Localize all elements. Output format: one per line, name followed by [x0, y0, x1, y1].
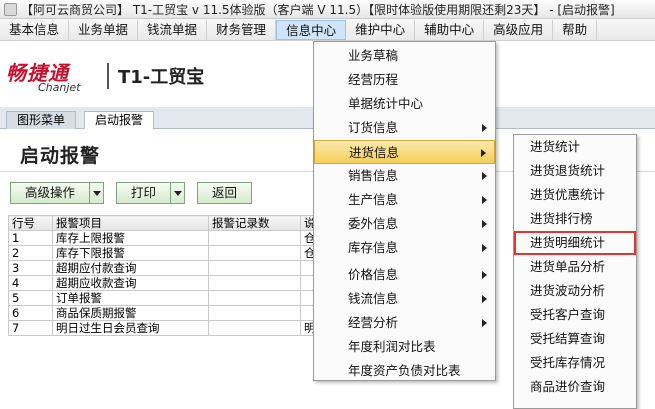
- cell-record-count: [208, 290, 301, 306]
- toolbar: 高级操作 打印 返回: [10, 182, 253, 204]
- table-row[interactable]: 4 超期应收款查询: [8, 275, 329, 291]
- column-header-row-number[interactable]: 行号: [8, 215, 53, 231]
- advanced-split-button: 高级操作: [10, 182, 105, 204]
- menu-item-annual-balance-compare[interactable]: 年度资产负债对比表: [314, 359, 495, 383]
- cell-record-count: [208, 305, 301, 321]
- alert-table: 行号 报警项目 报警记录数 说 1 库存上限报警 仓 2 库存下限报警 仓 3 …: [8, 215, 329, 336]
- menu-item-doc-stats-center[interactable]: 单据统计中心: [314, 92, 495, 116]
- cell-row-number: 3: [8, 260, 53, 276]
- print-split-button: 打印: [116, 182, 186, 204]
- cell-row-number: 2: [8, 245, 53, 261]
- purchase-info-submenu: 进货统计 进货退货统计 进货优惠统计 进货排行榜 进货明细统计 进货单品分析 进…: [513, 134, 637, 409]
- title-bar: 【阿可云商贸公司】 T1-工贸宝 v 11.5体验版（客户端 V 11.5）【限…: [0, 0, 655, 19]
- submenu-item-purchase-item-analysis[interactable]: 进货单品分析: [514, 255, 636, 279]
- menu-bar: 基本信息 业务单据 钱流单据 财务管理 信息中心 维护中心 辅助中心 高级应用 …: [0, 19, 655, 41]
- cell-row-number: 6: [8, 305, 53, 321]
- cell-alert-item: 库存下限报警: [52, 245, 209, 261]
- menu-item-inventory-info[interactable]: 库存信息: [314, 236, 495, 260]
- submenu-item-consign-settlement-query[interactable]: 受托结算查询: [514, 327, 636, 351]
- menu-item-order-info[interactable]: 订货信息: [314, 116, 495, 140]
- cell-record-count: [208, 245, 301, 261]
- info-center-menu: 业务草稿 经营历程 单据统计中心 订货信息 进货信息 销售信息 生产信息 委外信…: [313, 41, 496, 381]
- table-row[interactable]: 1 库存上限报警 仓: [8, 230, 329, 246]
- cell-alert-item: 超期应收款查询: [52, 275, 209, 291]
- submenu-item-purchase-ranking[interactable]: 进货排行榜: [514, 207, 636, 231]
- menu-item-business-history[interactable]: 经营历程: [314, 68, 495, 92]
- table-row[interactable]: 5 订单报警: [8, 290, 329, 306]
- cell-alert-item: 明日过生日会员查询: [52, 320, 209, 336]
- cell-record-count: [208, 260, 301, 276]
- submenu-item-purchase-stats[interactable]: 进货统计: [514, 135, 636, 159]
- cell-row-number: 7: [8, 320, 53, 336]
- table-header-row: 行号 报警项目 报警记录数 说: [8, 215, 329, 231]
- advanced-dropdown-icon[interactable]: [89, 182, 105, 204]
- cell-record-count: [208, 275, 301, 291]
- menu-item-business-drafts[interactable]: 业务草稿: [314, 44, 495, 68]
- print-button[interactable]: 打印: [116, 182, 171, 204]
- menu-basic-info[interactable]: 基本信息: [0, 19, 70, 40]
- submenu-item-product-cost-query[interactable]: 商品进价查询: [514, 375, 636, 399]
- menu-assist[interactable]: 辅助中心: [415, 19, 485, 40]
- submenu-item-purchase-detail-stats[interactable]: 进货明细统计: [514, 231, 636, 255]
- menu-help[interactable]: 帮助: [553, 19, 598, 40]
- menu-item-production-info[interactable]: 生产信息: [314, 188, 495, 212]
- cell-alert-item: 商品保质期报警: [52, 305, 209, 321]
- menu-maintenance[interactable]: 维护中心: [346, 19, 416, 40]
- window-title: 【阿可云商贸公司】 T1-工贸宝 v 11.5体验版（客户端 V 11.5）【限…: [21, 2, 615, 17]
- cell-alert-item: 库存上限报警: [52, 230, 209, 246]
- submenu-item-consign-inventory[interactable]: 受托库存情况: [514, 351, 636, 375]
- submenu-item-purchase-discount-stats[interactable]: 进货优惠统计: [514, 183, 636, 207]
- table-row[interactable]: 3 超期应付款查询: [8, 260, 329, 276]
- app-icon: [4, 2, 17, 16]
- cell-row-number: 5: [8, 290, 53, 306]
- menu-item-sales-info[interactable]: 销售信息: [314, 164, 495, 188]
- table-row[interactable]: 2 库存下限报警 仓: [8, 245, 329, 261]
- cell-record-count: [208, 230, 301, 246]
- cell-row-number: 1: [8, 230, 53, 246]
- menu-business-docs[interactable]: 业务单据: [69, 19, 139, 40]
- submenu-item-purchase-return-stats[interactable]: 进货退货统计: [514, 159, 636, 183]
- submenu-item-consign-customer-query[interactable]: 受托客户查询: [514, 303, 636, 327]
- menu-advanced[interactable]: 高级应用: [484, 19, 554, 40]
- menu-info-center[interactable]: 信息中心: [276, 19, 347, 40]
- menu-item-annual-profit-compare[interactable]: 年度利润对比表: [314, 335, 495, 359]
- page-title: 启动报警: [20, 145, 101, 167]
- submenu-item-purchase-fluctuation-analysis[interactable]: 进货波动分析: [514, 279, 636, 303]
- menu-item-price-info[interactable]: 价格信息: [314, 263, 495, 287]
- tab-graphic-menu[interactable]: 图形菜单: [6, 111, 77, 129]
- advanced-button[interactable]: 高级操作: [10, 182, 90, 204]
- menu-item-purchase-info[interactable]: 进货信息: [314, 140, 495, 164]
- column-header-record-count[interactable]: 报警记录数: [208, 215, 301, 231]
- brand-divider: [107, 63, 109, 89]
- logo-subtitle: Chanjet: [38, 81, 81, 94]
- column-header-alert-item[interactable]: 报警项目: [52, 215, 209, 231]
- back-button[interactable]: 返回: [197, 182, 253, 204]
- menu-cashflow-docs[interactable]: 钱流单据: [138, 19, 208, 40]
- table-row[interactable]: 6 商品保质期报警: [8, 305, 329, 321]
- menu-item-cashflow-info[interactable]: 钱流信息: [314, 287, 495, 311]
- menu-item-outsourcing-info[interactable]: 委外信息: [314, 212, 495, 236]
- cell-alert-item: 订单报警: [52, 290, 209, 306]
- menu-finance[interactable]: 财务管理: [207, 19, 277, 40]
- table-row[interactable]: 7 明日过生日会员查询 明: [8, 320, 329, 336]
- menu-item-business-analysis[interactable]: 经营分析: [314, 311, 495, 335]
- cell-record-count: [208, 320, 301, 336]
- print-dropdown-icon[interactable]: [170, 182, 186, 204]
- cell-alert-item: 超期应付款查询: [52, 260, 209, 276]
- cell-row-number: 4: [8, 275, 53, 291]
- tab-startup-alert[interactable]: 启动报警: [84, 111, 155, 130]
- product-name: T1-工贸宝: [118, 67, 205, 88]
